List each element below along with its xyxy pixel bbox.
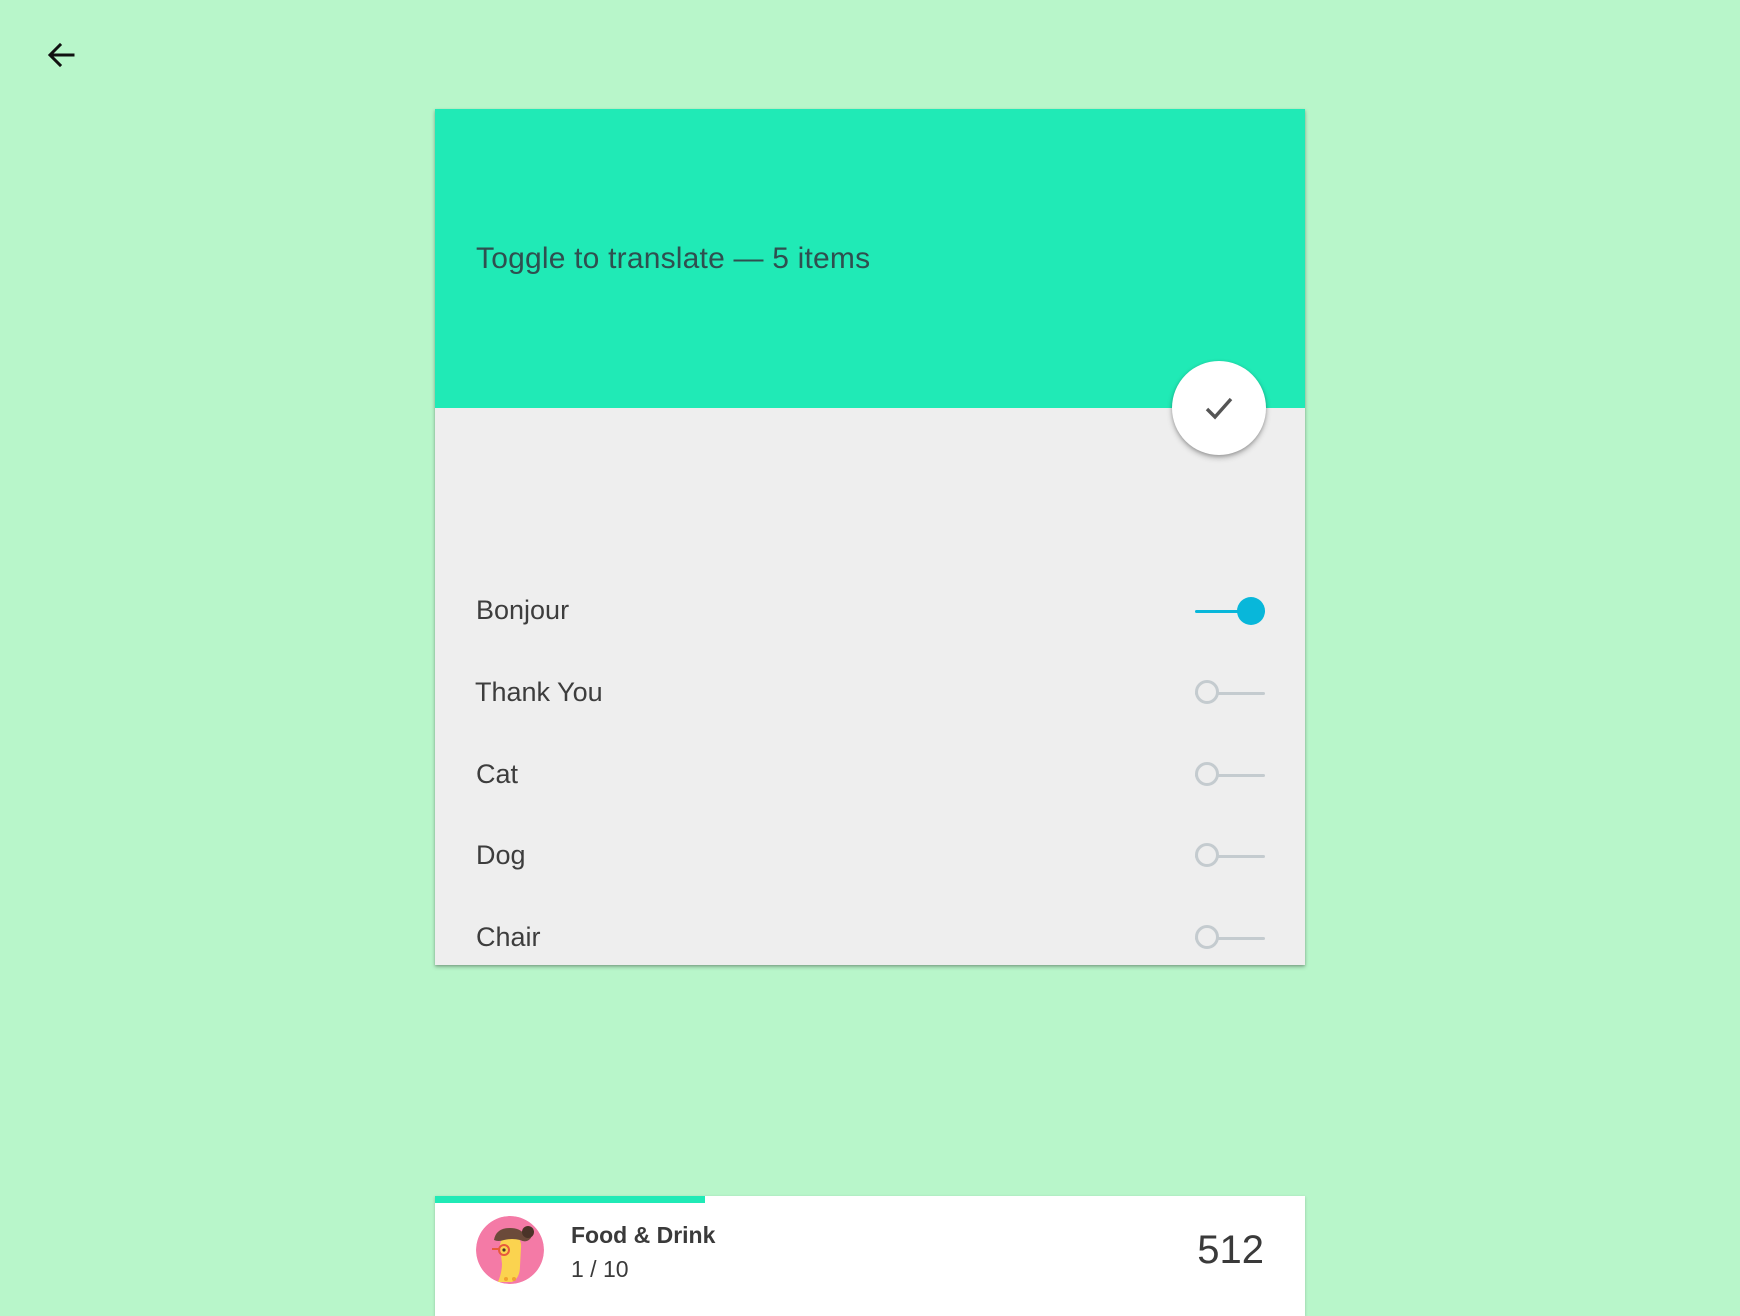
item-label: Cat	[476, 759, 519, 789]
switch-thumb	[1237, 597, 1265, 625]
list-item: Thank You	[435, 663, 1305, 723]
switch-thumb	[1195, 843, 1219, 867]
card-title: Toggle to translate — 5 items	[476, 242, 871, 275]
back-button[interactable]	[36, 30, 86, 80]
card-header: Toggle to translate — 5 items	[435, 109, 1305, 408]
item-label: Dog	[476, 840, 526, 870]
check-icon	[1205, 397, 1233, 420]
toggle-switch[interactable]	[1195, 924, 1265, 954]
item-label: Chair	[476, 922, 541, 952]
switch-thumb	[1195, 762, 1219, 786]
arrow-back-icon	[47, 42, 75, 68]
item-label: Thank You	[475, 677, 603, 707]
toggle-switch[interactable]	[1195, 679, 1265, 709]
toggle-switch[interactable]	[1195, 597, 1265, 627]
toggle-switch[interactable]	[1195, 761, 1265, 791]
toggle-switch[interactable]	[1195, 842, 1265, 872]
confirm-button[interactable]	[1172, 361, 1266, 455]
avatar	[476, 1216, 544, 1284]
switch-thumb	[1195, 925, 1219, 949]
category-name: Food & Drink	[571, 1222, 716, 1248]
score: 512	[1197, 1228, 1264, 1272]
avatar-character-icon	[476, 1216, 544, 1284]
translate-card: Toggle to translate — 5 items Bonjour Th…	[435, 109, 1305, 965]
category-progress-card[interactable]: Food & Drink 1 / 10 512	[435, 1196, 1305, 1316]
category-progress-text: 1 / 10	[571, 1256, 629, 1282]
list-item: Bonjour	[435, 581, 1305, 641]
item-label: Bonjour	[476, 595, 570, 625]
list-item: Dog	[435, 826, 1305, 886]
list-item: Cat	[435, 745, 1305, 805]
switch-thumb	[1195, 680, 1219, 704]
progress-bar	[435, 1196, 705, 1203]
list-item: Chair	[435, 908, 1305, 968]
